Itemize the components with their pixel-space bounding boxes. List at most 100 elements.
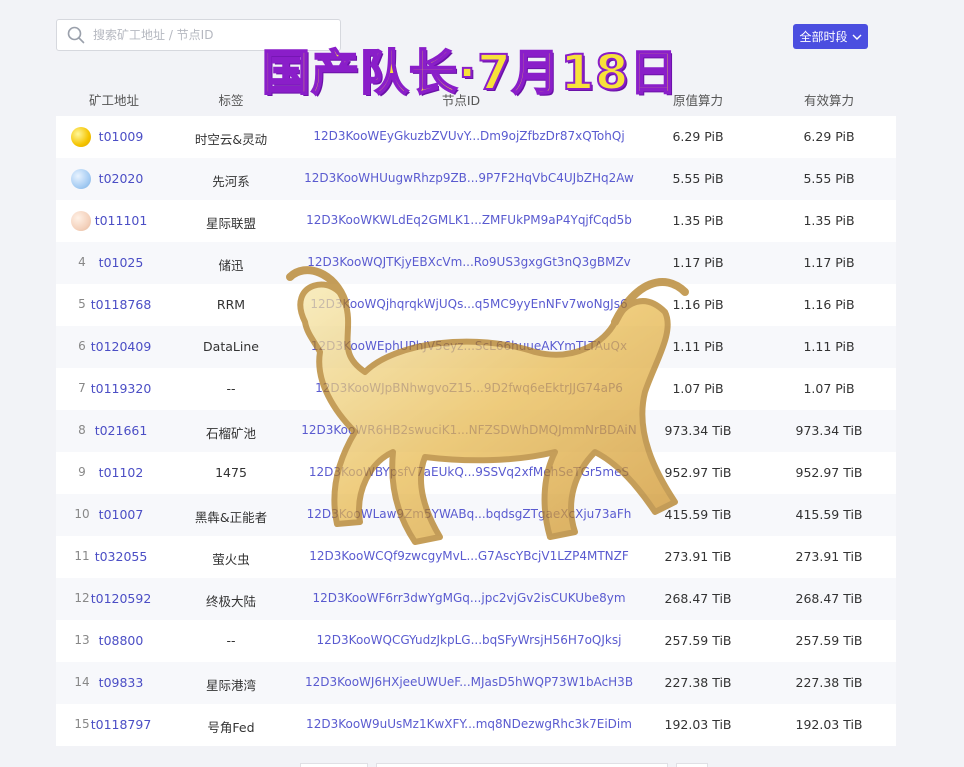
- miner-tag: 黑犇&正能者: [194, 510, 268, 525]
- bronze-medal-icon: [71, 211, 91, 231]
- table-row[interactable]: 10 t01007 黑犇&正能者 12D3KooWLaw9Zm5YWABq...bqd…: [56, 494, 896, 536]
- rank-number: 9: [78, 465, 86, 479]
- column-header-effective-power[interactable]: 有效算力: [804, 90, 854, 109]
- node-id-link[interactable]: 12D3KooWKWLdEq2GMLK1...ZMFUkPM9aP4YqjfCq…: [306, 213, 632, 227]
- miner-address-link[interactable]: t0120409: [91, 339, 152, 354]
- table-row[interactable]: 11 t032055 萤火虫 12D3KooWCQf9zwcgyMvL...G7Asc…: [56, 536, 896, 578]
- table-row[interactable]: 15 t0118797 号角Fed 12D3KooW9uUsMz1KwXFY...mq…: [56, 704, 896, 746]
- effective-power-value: 268.47 TiB: [795, 591, 863, 606]
- table-row[interactable]: 9 t01102 1475 12D3KooWBYpsfV7aEUkQ...9SSVq2…: [56, 452, 896, 494]
- miner-address-link[interactable]: t01102: [99, 465, 144, 480]
- chevron-down-icon: [852, 34, 861, 40]
- table-row[interactable]: t011101 星际联盟 12D3KooWKWLdEq2GMLK1...ZMFUkP…: [56, 200, 896, 242]
- node-id-link[interactable]: 12D3KooWHUugwRhzp9ZB...9P7F2HqVbC4UJbZHq…: [304, 171, 634, 185]
- miner-tag: 萤火虫: [212, 552, 250, 567]
- pagination-prev[interactable]: [300, 763, 368, 767]
- miner-address-link[interactable]: t01025: [99, 255, 144, 270]
- table-row[interactable]: 8 t021661 石榴矿池 12D3KooWR6HB2swuciK1...NFZSD…: [56, 410, 896, 452]
- node-id-link[interactable]: 12D3KooWBYpsfV7aEUkQ...9SSVq2xfMehSeTGr5…: [309, 465, 629, 479]
- raw-power-value: 1.35 PiB: [672, 213, 724, 228]
- node-id-link[interactable]: 12D3KooWR6HB2swuciK1...NFZSDWhDMQJmmNrBD…: [301, 423, 636, 437]
- effective-power-value: 415.59 TiB: [795, 507, 863, 522]
- node-id-link[interactable]: 12D3KooWEyGkuzbZVUvY...Dm9ojZfbzDr87xQTo…: [313, 129, 624, 143]
- miner-address-link[interactable]: t0119320: [91, 381, 152, 396]
- miner-tag: 号角Fed: [207, 720, 255, 735]
- node-id-link[interactable]: 12D3KooWJ6HXjeeUWUeF...MJasD5hWQP73W1bAc…: [305, 675, 633, 689]
- effective-power-value: 1.11 PiB: [803, 339, 855, 354]
- pagination-bar[interactable]: [376, 763, 668, 767]
- table-header: 矿工地址 标签 节点ID 原值算力 有效算力: [56, 86, 896, 110]
- raw-power-value: 273.91 TiB: [664, 549, 732, 564]
- miner-tag: RRM: [216, 297, 246, 312]
- node-id-link[interactable]: 12D3KooWF6rr3dwYgMGq...jpc2vjGv2isCUKUbe…: [312, 591, 625, 605]
- miner-tag: 石榴矿池: [205, 426, 257, 441]
- miner-address-link[interactable]: t08800: [99, 633, 144, 648]
- effective-power-value: 192.03 TiB: [795, 717, 863, 732]
- raw-power-value: 973.34 TiB: [664, 423, 732, 438]
- rank-number: 7: [78, 381, 86, 395]
- miner-address-link[interactable]: t01009: [99, 129, 144, 144]
- rank-number: 11: [74, 549, 90, 563]
- table-row[interactable]: 14 t09833 星际港湾 12D3KooWJ6HXjeeUWUeF...MJasD…: [56, 662, 896, 704]
- rank-number: 15: [74, 717, 90, 731]
- raw-power-value: 268.47 TiB: [664, 591, 732, 606]
- miner-tag: DataLine: [203, 339, 259, 354]
- raw-power-value: 415.59 TiB: [664, 507, 732, 522]
- effective-power-value: 1.17 PiB: [803, 255, 855, 270]
- miner-tag: 储迅: [218, 258, 244, 273]
- rank-number: 13: [74, 633, 90, 647]
- rank-number: 12: [74, 591, 90, 605]
- effective-power-value: 257.59 TiB: [795, 633, 863, 648]
- column-header-tag[interactable]: 标签: [218, 90, 243, 109]
- miner-tag: 1475: [215, 465, 247, 480]
- effective-power-value: 273.91 TiB: [795, 549, 863, 564]
- silver-medal-icon: [71, 169, 91, 189]
- column-header-raw-power[interactable]: 原值算力: [673, 90, 723, 109]
- miner-address-link[interactable]: t0118797: [91, 717, 152, 732]
- raw-power-value: 257.59 TiB: [664, 633, 732, 648]
- table-row[interactable]: 7 t0119320 -- 12D3KooWJpBNhwgvoZ15...9D2fwq…: [56, 368, 896, 410]
- node-id-link[interactable]: 12D3KooWEphUPhJV5eyz...ScL66huueAKYmTLTA…: [311, 339, 627, 353]
- table-row[interactable]: 5 t0118768 RRM 12D3KooWQjhqrqkWjUQs...q5MC9…: [56, 284, 896, 326]
- column-header-node[interactable]: 节点ID: [442, 90, 480, 109]
- miner-address-link[interactable]: t021661: [95, 423, 148, 438]
- miner-tag: 先河系: [212, 174, 250, 189]
- miner-address-link[interactable]: t032055: [95, 549, 148, 564]
- table-row[interactable]: 12 t0120592 终极大陆 12D3KooWF6rr3dwYgMGq...jpc…: [56, 578, 896, 620]
- effective-power-value: 1.35 PiB: [803, 213, 855, 228]
- table-row[interactable]: t02020 先河系 12D3KooWHUugwRhzp9ZB...9P7F2HqV…: [56, 158, 896, 200]
- node-id-link[interactable]: 12D3KooWQjhqrqkWjUQs...q5MC9yyEnNFv7woNg…: [310, 297, 627, 311]
- raw-power-value: 192.03 TiB: [664, 717, 732, 732]
- raw-power-value: 5.55 PiB: [672, 171, 724, 186]
- miner-address-link[interactable]: t011101: [95, 213, 148, 228]
- miner-tag: 终极大陆: [205, 594, 257, 609]
- raw-power-value: 1.11 PiB: [672, 339, 724, 354]
- node-id-link[interactable]: 12D3KooWCQf9zwcgyMvL...G7AscYBcjV1LZP4MT…: [309, 549, 629, 563]
- raw-power-value: 1.16 PiB: [672, 297, 724, 312]
- pagination-next[interactable]: [676, 763, 708, 767]
- miner-address-link[interactable]: t0118768: [91, 297, 152, 312]
- rank-number: 5: [78, 297, 86, 311]
- miner-address-link[interactable]: t02020: [99, 171, 144, 186]
- table-row[interactable]: 6 t0120409 DataLine 12D3KooWEphUPhJV5eyz...…: [56, 326, 896, 368]
- ranking-table: t01009 时空云&灵动 12D3KooWEyGkuzbZVUvY...Dm9oj…: [56, 116, 896, 746]
- miner-address-link[interactable]: t01007: [99, 507, 144, 522]
- page: 国产队长·7月18日 全部时段 矿工地址 标签 节点ID 原值算力 有效算力 t…: [0, 0, 964, 767]
- table-row[interactable]: 4 t01025 储迅 12D3KooWQJTKjyEBXcVm...Ro9US3gx…: [56, 242, 896, 284]
- miner-address-link[interactable]: t0120592: [91, 591, 152, 606]
- node-id-link[interactable]: 12D3KooWQCGYudzJkpLG...bqSFyWrsjH56H7oQJ…: [317, 633, 622, 647]
- table-row[interactable]: t01009 时空云&灵动 12D3KooWEyGkuzbZVUvY...Dm9oj…: [56, 116, 896, 158]
- search-icon: [67, 26, 85, 44]
- raw-power-value: 952.97 TiB: [664, 465, 732, 480]
- column-header-miner[interactable]: 矿工地址: [89, 90, 139, 109]
- rank-number: 4: [78, 255, 86, 269]
- raw-power-value: 1.17 PiB: [672, 255, 724, 270]
- period-dropdown-button[interactable]: 全部时段: [793, 24, 868, 49]
- table-row[interactable]: 13 t08800 -- 12D3KooWQCGYudzJkpLG...bqSFyWr…: [56, 620, 896, 662]
- node-id-link[interactable]: 12D3KooWLaw9Zm5YWABq...bqdsgZTgaeXcXju73…: [307, 507, 632, 521]
- node-id-link[interactable]: 12D3KooWJpBNhwgvoZ15...9D2fwq6eEktrJJG74…: [315, 381, 623, 395]
- effective-power-value: 1.16 PiB: [803, 297, 855, 312]
- miner-address-link[interactable]: t09833: [99, 675, 144, 690]
- node-id-link[interactable]: 12D3KooWQJTKjyEBXcVm...Ro9US3gxgGt3nQ3gB…: [307, 255, 631, 269]
- node-id-link[interactable]: 12D3KooW9uUsMz1KwXFY...mq8NDezwgRhc3k7Ei…: [306, 717, 632, 731]
